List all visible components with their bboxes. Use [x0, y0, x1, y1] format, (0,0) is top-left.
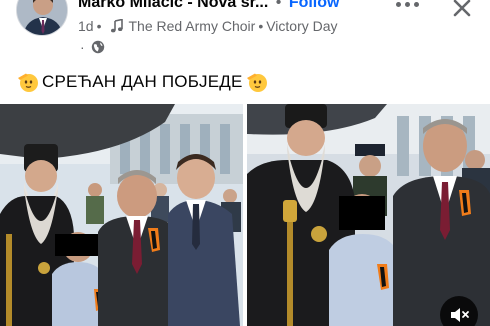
group-photo-image: [247, 104, 490, 326]
music-note-icon: [110, 19, 124, 33]
saluting-face-emoji: [16, 70, 40, 94]
avatar-photo: [17, 0, 67, 35]
post-meta: 1d • The Red Army Choir • Victory Day: [78, 16, 338, 36]
globe-icon[interactable]: [91, 40, 105, 54]
censor-bar: [339, 196, 385, 230]
post-time[interactable]: 1d: [78, 16, 94, 36]
dot-separator: •: [275, 0, 282, 11]
dot-separator: •: [96, 18, 102, 34]
close-icon[interactable]: [450, 0, 474, 20]
music-separator: •: [258, 18, 264, 34]
follow-button[interactable]: Follow: [289, 0, 340, 11]
author-line: Marko Milacic - Nova sr... • Follow: [78, 0, 339, 13]
music-song[interactable]: Victory Day: [266, 16, 337, 36]
author-avatar[interactable]: [16, 0, 68, 36]
more-horizontal-icon: [395, 1, 401, 7]
saluting-face-emoji: [245, 70, 269, 94]
caption-text: СРЕЋАН ДАН ПОБЈЕДЕ: [42, 72, 243, 91]
censor-bar: [55, 234, 102, 256]
post-photo-left[interactable]: [0, 104, 243, 326]
speaker-muted-icon: [451, 308, 469, 322]
post-caption: СРЕЋАН ДАН ПОБЈЕДЕ: [16, 70, 269, 94]
dot-separator: ·: [80, 39, 85, 55]
more-options-button[interactable]: [392, 0, 422, 14]
mute-button[interactable]: [440, 296, 478, 326]
audience-line: ·: [80, 38, 105, 56]
music-artist[interactable]: The Red Army Choir: [128, 16, 255, 36]
author-name[interactable]: Marko Milacic - Nova sr...: [78, 0, 268, 11]
group-photo-image: [0, 104, 243, 326]
post-photo-right[interactable]: [247, 104, 490, 326]
